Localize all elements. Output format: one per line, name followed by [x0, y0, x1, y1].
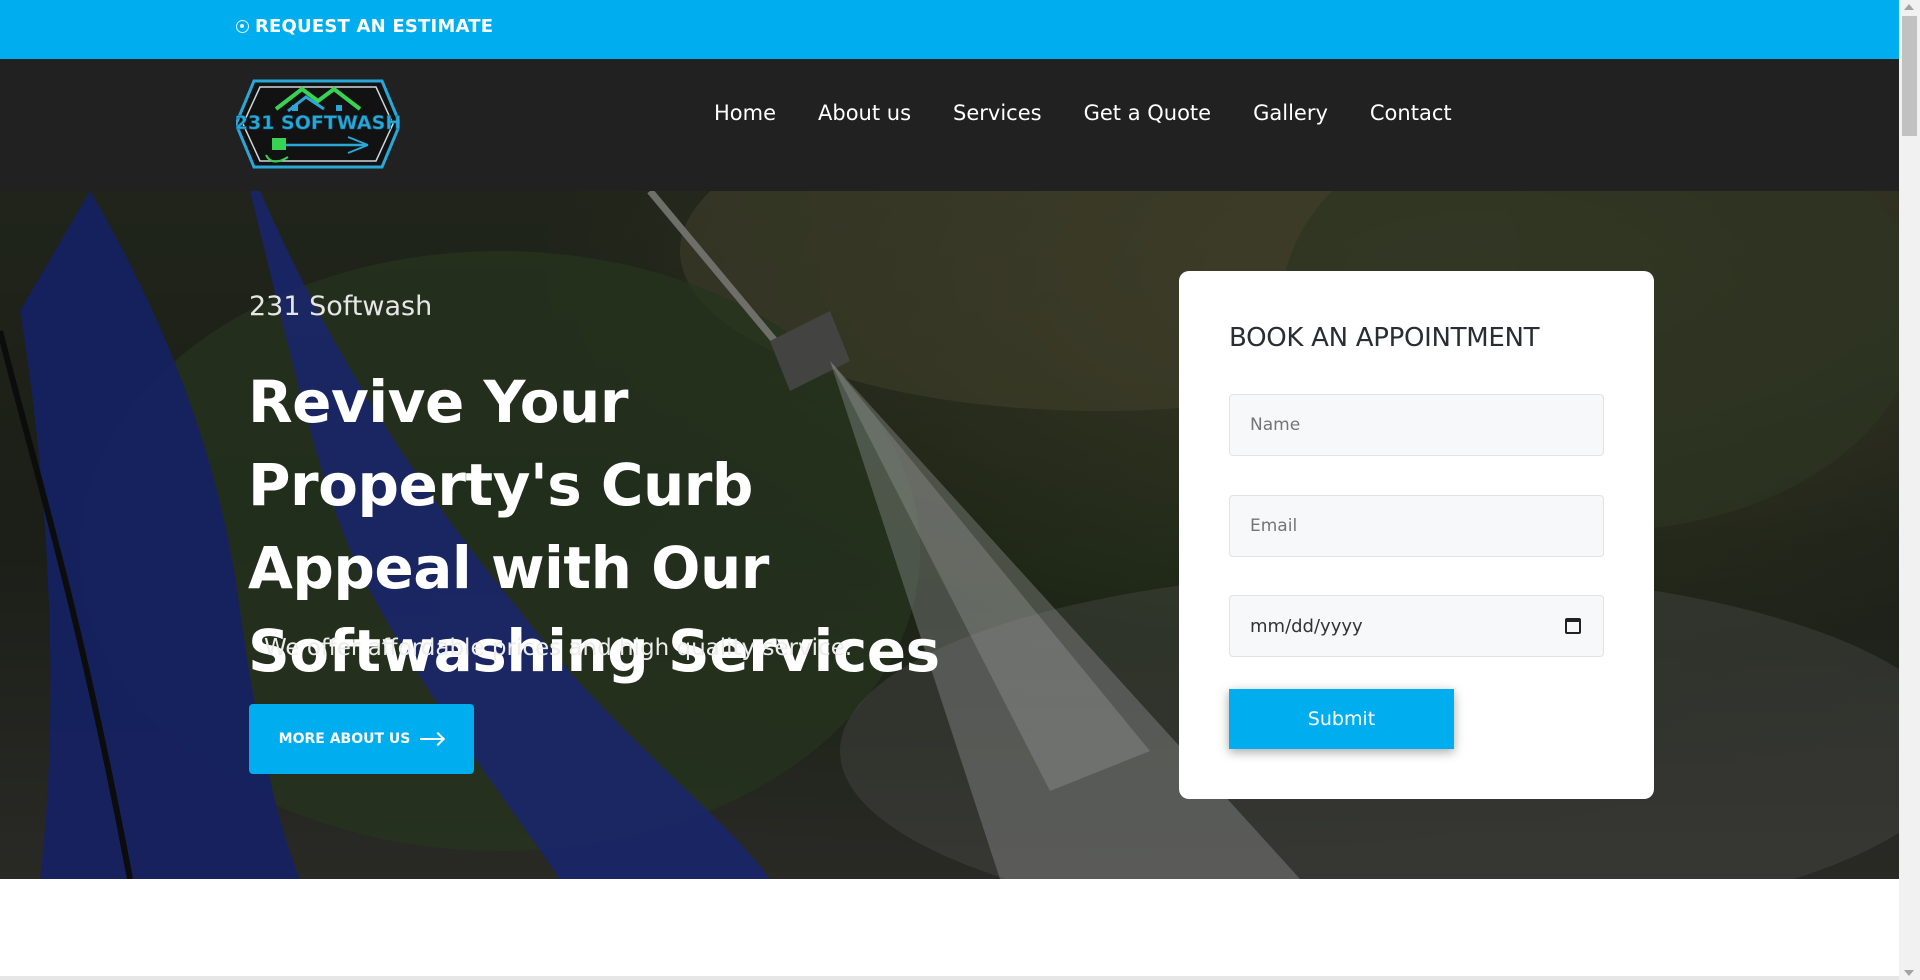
- nav-home[interactable]: Home: [714, 101, 776, 125]
- submit-button[interactable]: Submit: [1229, 689, 1454, 749]
- main-nav: Home About us Services Get a Quote Galle…: [714, 101, 1494, 125]
- scroll-thumb[interactable]: [1902, 16, 1917, 136]
- logo-text: 231 SOFTWASH: [236, 112, 400, 134]
- vertical-scrollbar[interactable]: [1899, 0, 1920, 980]
- date-field[interactable]: mm/dd/yyyy: [1229, 595, 1604, 657]
- site-logo[interactable]: 231 SOFTWASH: [236, 75, 400, 173]
- nav-about-us[interactable]: About us: [818, 101, 911, 125]
- more-about-us-label: MORE ABOUT US: [278, 731, 411, 747]
- date-placeholder: mm/dd/yyyy: [1250, 615, 1363, 637]
- scroll-down-arrow-icon[interactable]: [1904, 970, 1914, 976]
- nav-contact[interactable]: Contact: [1370, 101, 1452, 125]
- hero-section: 231 Softwash Revive Your Property's Curb…: [0, 191, 1899, 879]
- request-estimate-label: REQUEST AN ESTIMATE: [255, 16, 494, 37]
- hero-kicker: 231 Softwash: [249, 291, 433, 322]
- logo-shape: 231 SOFTWASH: [236, 79, 400, 169]
- name-input[interactable]: [1250, 415, 1603, 435]
- nav-services[interactable]: Services: [953, 101, 1042, 125]
- nav-gallery[interactable]: Gallery: [1253, 101, 1328, 125]
- top-bar: REQUEST AN ESTIMATE: [0, 0, 1899, 59]
- scroll-up-arrow-icon[interactable]: [1904, 4, 1914, 10]
- hero-subtitle: We offer affordable prices and high qual…: [264, 635, 853, 661]
- page: REQUEST AN ESTIMATE 231 SOFTWASH Home Ab…: [0, 0, 1899, 980]
- main-header: 231 SOFTWASH Home About us Services Get …: [0, 59, 1899, 191]
- email-input[interactable]: [1250, 516, 1603, 536]
- request-estimate-link[interactable]: REQUEST AN ESTIMATE: [236, 16, 493, 37]
- nav-get-a-quote[interactable]: Get a Quote: [1084, 101, 1212, 125]
- more-about-us-button[interactable]: MORE ABOUT US: [249, 704, 474, 774]
- target-icon: [236, 20, 249, 33]
- page-bottom-edge: [0, 976, 1899, 980]
- arrow-right-icon: [420, 733, 444, 745]
- email-field[interactable]: [1229, 495, 1604, 557]
- booking-title: BOOK AN APPOINTMENT: [1229, 323, 1540, 353]
- calendar-icon[interactable]: [1565, 618, 1581, 634]
- name-field[interactable]: [1229, 394, 1604, 456]
- booking-form: BOOK AN APPOINTMENT mm/dd/yyyy Submit: [1179, 271, 1654, 799]
